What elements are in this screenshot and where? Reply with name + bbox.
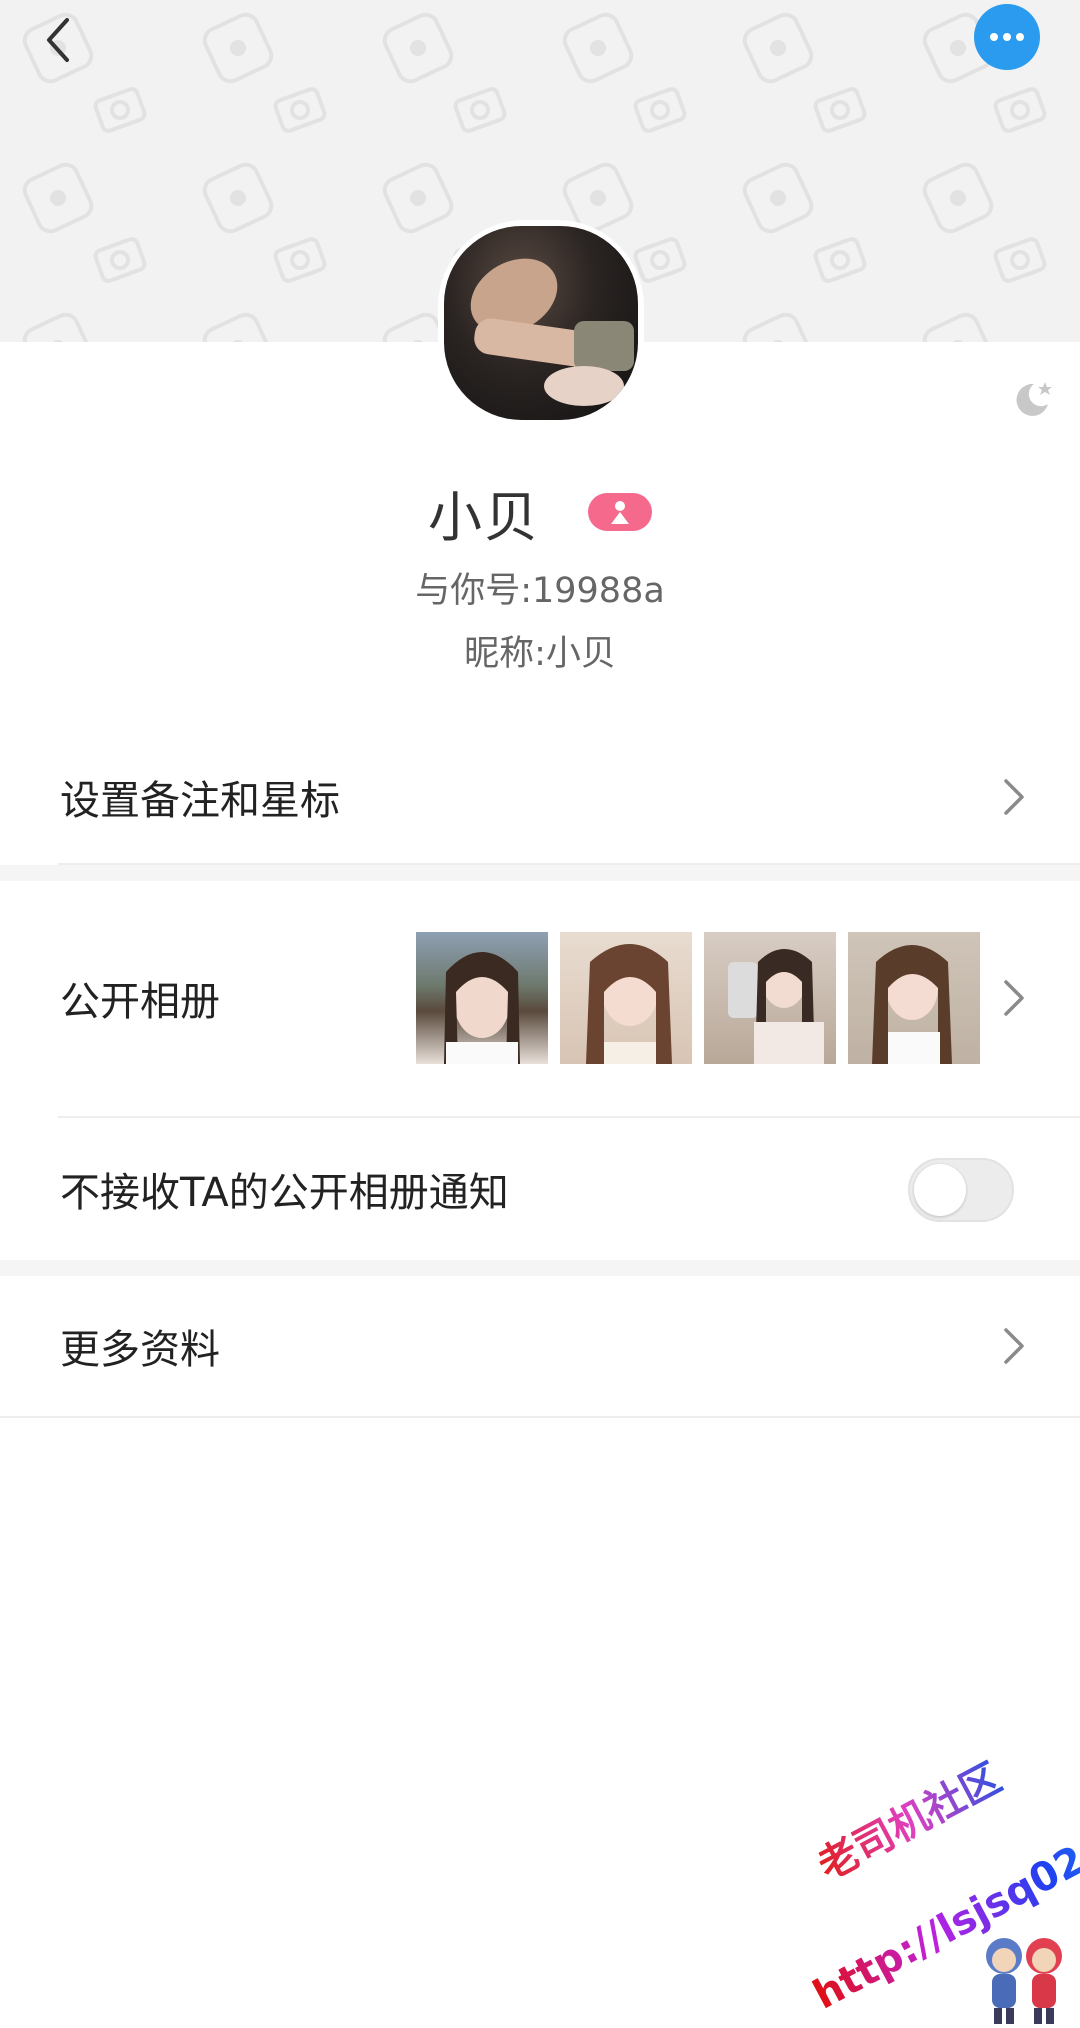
section-gap	[0, 865, 1080, 881]
public-album-label: 公开相册	[60, 979, 220, 1025]
mute-album-notify-label: 不接收TA的公开相册通知	[60, 1170, 509, 1216]
back-button[interactable]	[26, 8, 90, 72]
mute-album-notify-toggle[interactable]	[908, 1158, 1014, 1222]
chevron-left-icon	[47, 18, 69, 62]
album-photo[interactable]	[704, 932, 836, 1064]
female-icon	[611, 501, 629, 524]
more-info-label: 更多资料	[60, 1327, 220, 1373]
chevron-right-icon	[1004, 1328, 1024, 1364]
nickname: 昵称:小贝	[464, 634, 616, 674]
album-photo[interactable]	[848, 932, 980, 1064]
chevron-right-icon	[1004, 980, 1024, 1016]
night-mode-icon[interactable]	[1012, 378, 1054, 420]
watermark-text: 老司机社区	[806, 1746, 1010, 1891]
avatar-image	[444, 226, 638, 420]
account-id: 与你号:19988a	[415, 571, 665, 611]
profile-name-row: 小贝	[0, 474, 1080, 550]
watermark: 老司机社区 http://lsjsq02.xyz	[800, 1755, 1080, 2028]
toggle-knob	[914, 1164, 966, 1216]
profile-name: 小贝	[428, 485, 540, 549]
ellipsis-icon	[990, 33, 1024, 41]
album-thumbnails[interactable]	[416, 932, 980, 1064]
remark-star-label: 设置备注和星标	[60, 778, 340, 824]
avatar[interactable]	[438, 220, 644, 426]
chevron-right-icon	[1004, 779, 1024, 815]
section-gap	[0, 1260, 1080, 1276]
album-photo[interactable]	[416, 932, 548, 1064]
more-options-button[interactable]	[974, 4, 1040, 70]
gender-badge	[588, 493, 652, 531]
remark-star-row[interactable]: 设置备注和星标	[0, 730, 1080, 864]
watermark-mascot-icon	[986, 1938, 1062, 2024]
more-info-row[interactable]: 更多资料	[0, 1276, 1080, 1416]
album-photo[interactable]	[560, 932, 692, 1064]
divider	[0, 1416, 1080, 1418]
